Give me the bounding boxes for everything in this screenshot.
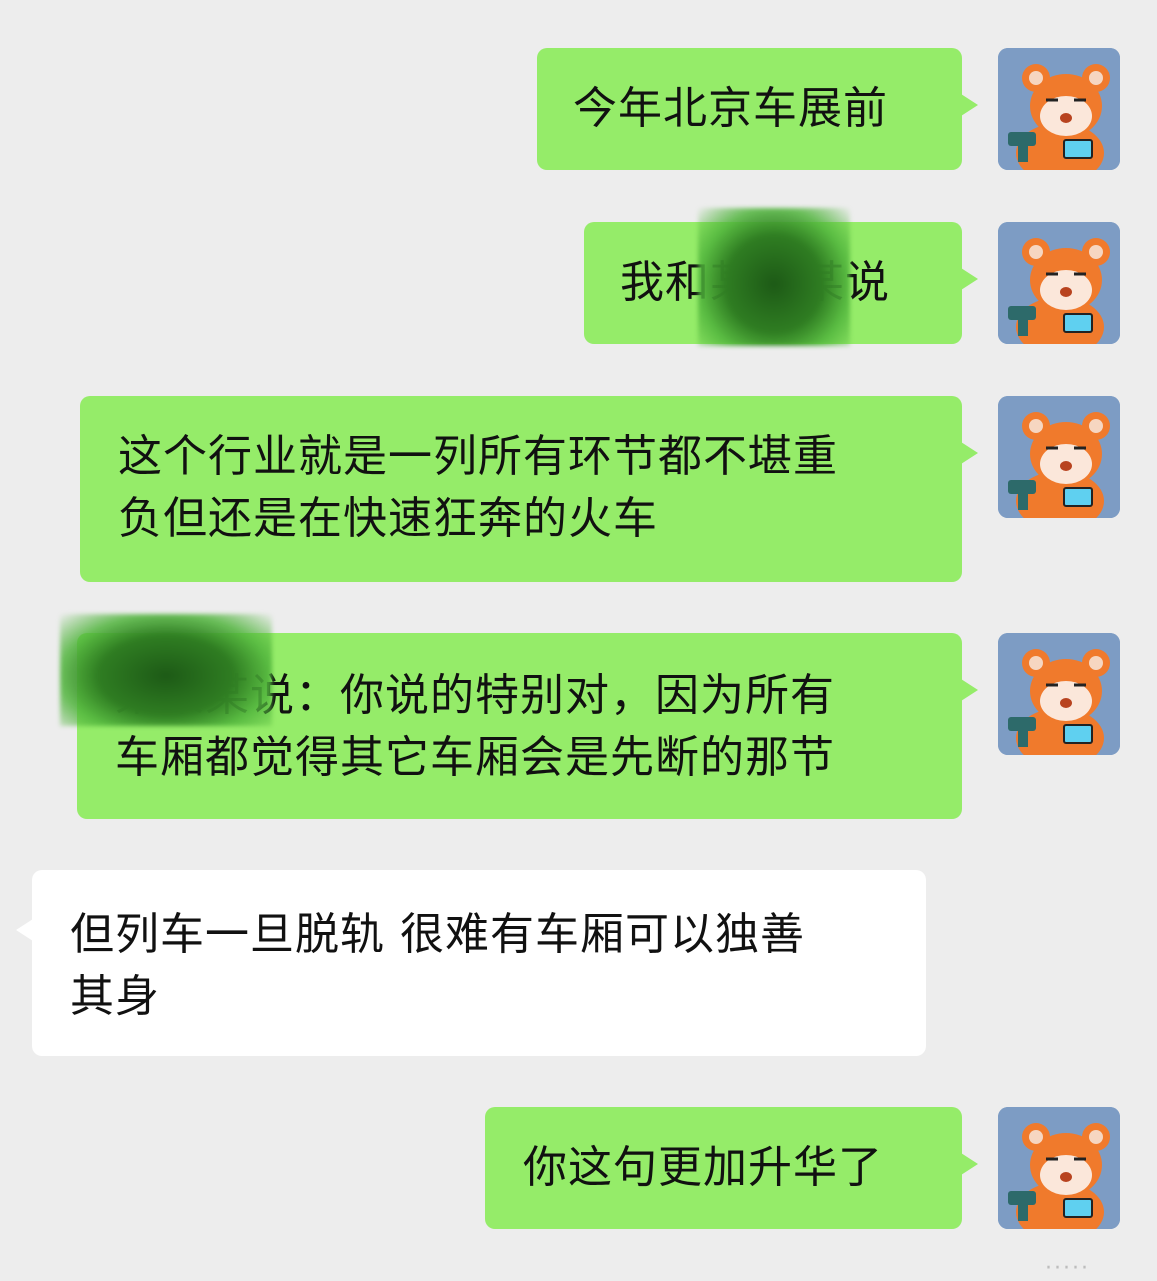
- avatar[interactable]: [998, 633, 1120, 755]
- message-text: 这个行业就是一列所有环节都不堪重 负但还是在快速狂奔的火车: [118, 431, 838, 544]
- red-panda-avatar-icon: [998, 633, 1120, 755]
- message-bubble-outgoing-6[interactable]: 你这句更加升华了: [485, 1107, 978, 1229]
- message-text: 但列车一旦脱轨 很难有车厢可以独善 其身: [70, 909, 805, 1022]
- message-bubble-outgoing-1[interactable]: 今年北京车展前: [537, 48, 978, 170]
- message-bubble-outgoing-3[interactable]: 这个行业就是一列所有环节都不堪重 负但还是在快速狂奔的火车: [80, 396, 978, 582]
- red-panda-avatar-icon: [998, 222, 1120, 344]
- redaction-scribble: [698, 208, 850, 346]
- avatar[interactable]: [998, 48, 1120, 170]
- message-text: 你这句更加升华了: [523, 1142, 883, 1193]
- message-text: 今年北京车展前: [573, 83, 888, 134]
- avatar[interactable]: [998, 1107, 1120, 1229]
- avatar[interactable]: [998, 222, 1120, 344]
- red-panda-avatar-icon: [998, 1107, 1120, 1229]
- redaction-scribble: [60, 614, 272, 726]
- message-bubble-incoming-5[interactable]: 但列车一旦脱轨 很难有车厢可以独善 其身: [16, 870, 926, 1056]
- red-panda-avatar-icon: [998, 48, 1120, 170]
- watermark-dots: ·····: [1045, 1256, 1090, 1281]
- avatar[interactable]: [998, 396, 1120, 518]
- red-panda-avatar-icon: [998, 396, 1120, 518]
